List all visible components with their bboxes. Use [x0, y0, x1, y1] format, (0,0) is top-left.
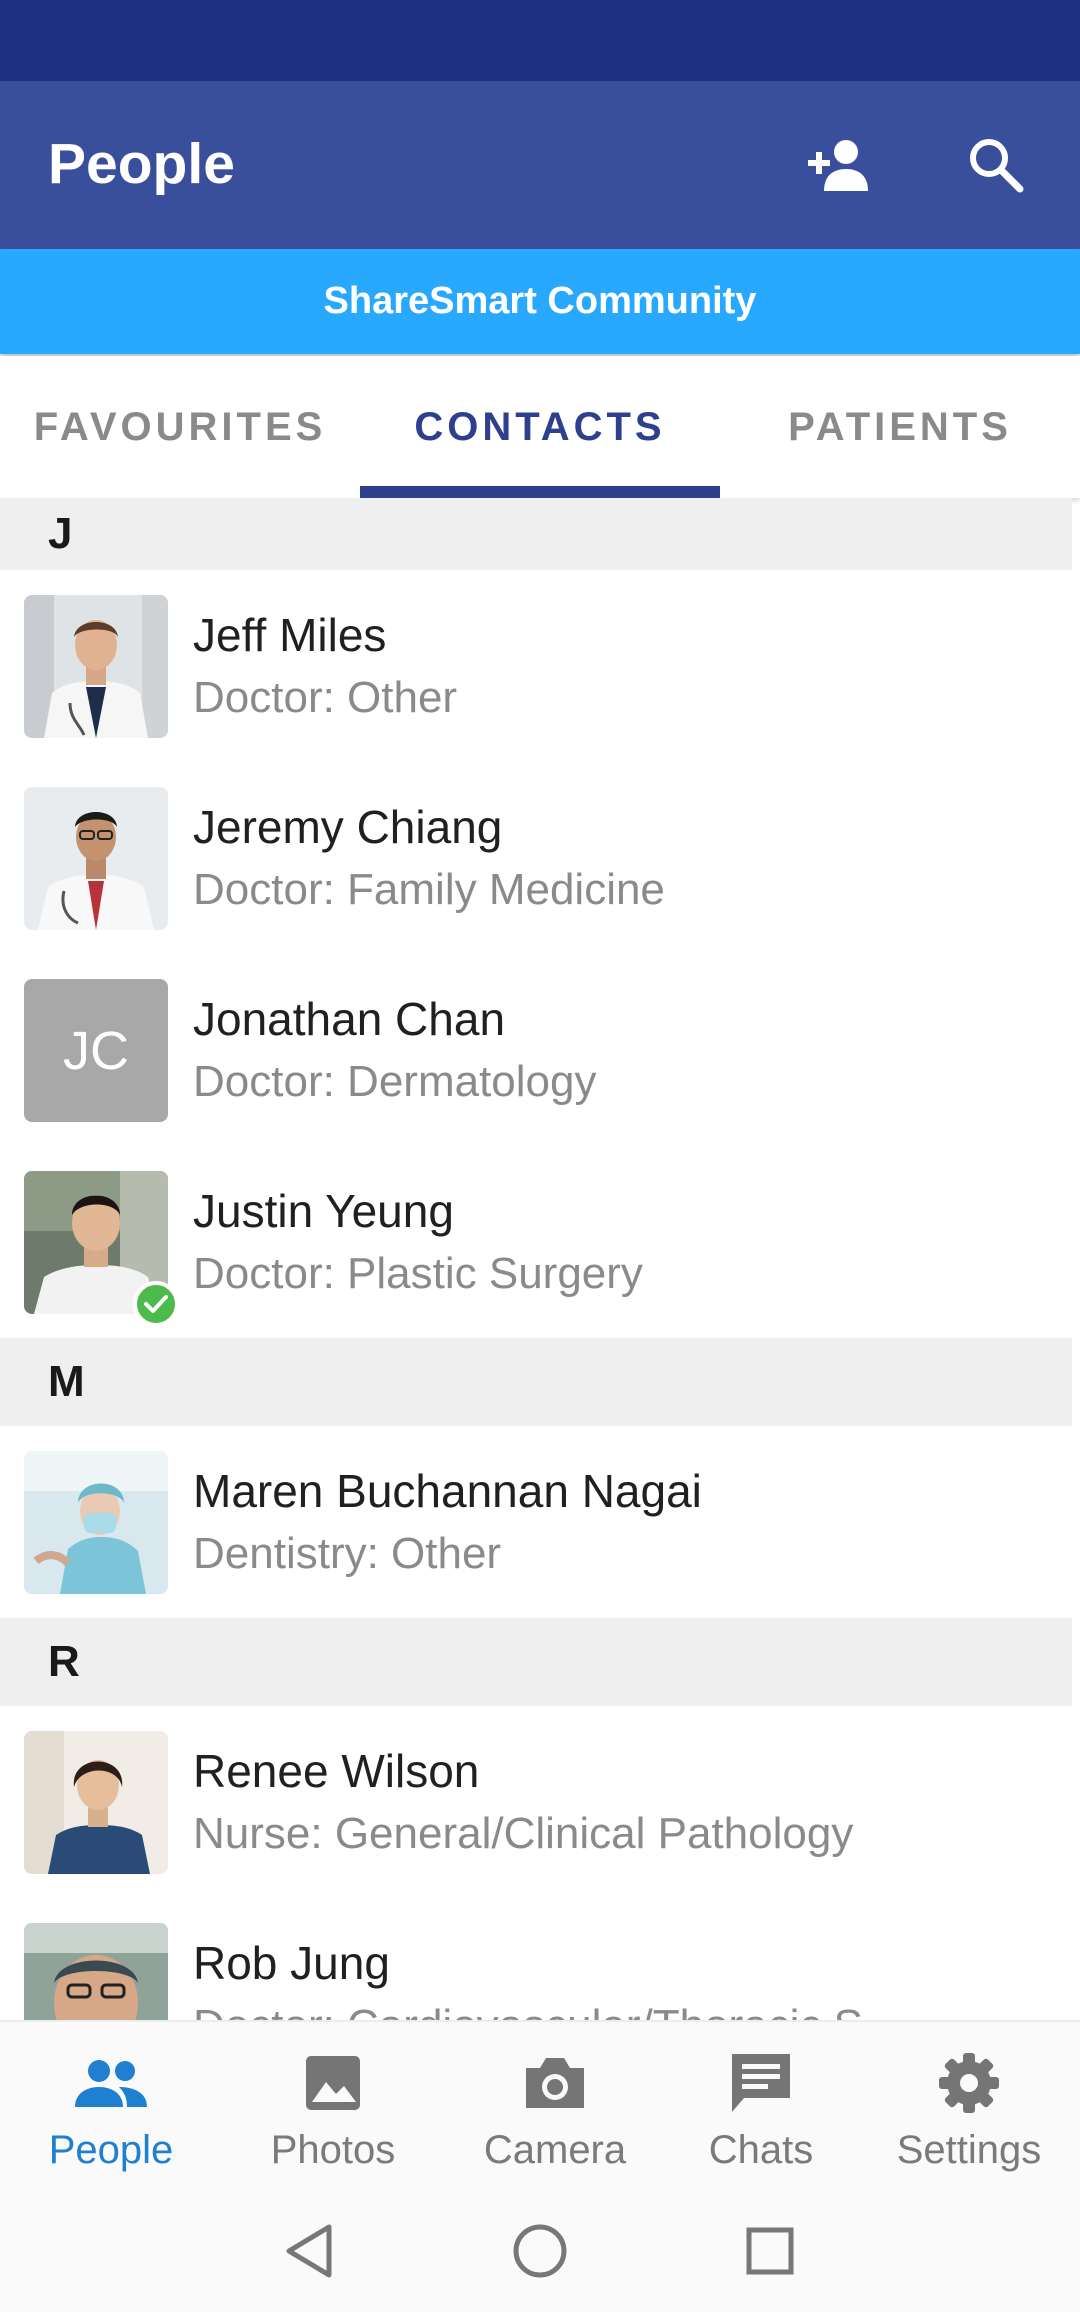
- chat-icon: [732, 2054, 790, 2112]
- avatar: [24, 1731, 168, 1874]
- contact-list[interactable]: J Jeff Miles Doctor: Other Jeremy Chiang…: [0, 498, 1072, 2020]
- avatar: JC: [24, 979, 168, 1122]
- contact-name: Justin Yeung: [193, 1185, 454, 1237]
- section-header-r: R: [0, 1618, 1072, 1706]
- nav-photos[interactable]: Photos: [228, 2022, 438, 2190]
- contact-name: Rob Jung: [193, 1937, 390, 1989]
- nav-label: Photos: [270, 2128, 396, 2172]
- tab-favourites[interactable]: FAVOURITES: [0, 356, 360, 498]
- contact-name: Jeremy Chiang: [193, 801, 503, 853]
- search-button[interactable]: [952, 121, 1040, 209]
- contact-name: Renee Wilson: [193, 1745, 480, 1797]
- app-bar: People: [0, 81, 1080, 249]
- contact-row[interactable]: Maren Buchannan Nagai Dentistry: Other: [0, 1426, 1072, 1618]
- camera-icon: [526, 2058, 584, 2108]
- nav-label: People: [48, 2128, 174, 2172]
- add-person-icon: [808, 140, 868, 191]
- tab-patients[interactable]: PATIENTS: [720, 356, 1080, 498]
- verified-badge: [133, 1281, 179, 1327]
- back-button[interactable]: [274, 2216, 344, 2286]
- contact-name: Jonathan Chan: [193, 993, 506, 1045]
- contact-role: Dentistry: Other: [193, 1529, 502, 1578]
- nav-chats[interactable]: Chats: [656, 2022, 866, 2190]
- nav-camera[interactable]: Camera: [450, 2022, 660, 2190]
- contact-role: Doctor: Plastic Surgery: [193, 1249, 643, 1298]
- nav-label: Chats: [708, 2128, 814, 2172]
- nav-label: Settings: [896, 2128, 1042, 2172]
- contact-row[interactable]: Jeremy Chiang Doctor: Family Medicine: [0, 762, 1072, 954]
- recents-icon: [746, 2227, 794, 2275]
- nav-label: Camera: [483, 2128, 627, 2172]
- home-icon: [513, 2224, 567, 2278]
- avatar: [24, 787, 168, 930]
- contact-name: Maren Buchannan Nagai: [193, 1465, 702, 1517]
- section-header-j: J: [0, 498, 1072, 570]
- contact-name: Jeff Miles: [193, 609, 387, 661]
- bottom-nav: People Photos Camera Chats Settings: [0, 2020, 1080, 2190]
- contact-row[interactable]: Justin Yeung Doctor: Plastic Surgery: [0, 1146, 1072, 1338]
- recents-button[interactable]: [735, 2216, 805, 2286]
- contact-role: Doctor: Family Medicine: [193, 865, 665, 914]
- nav-settings[interactable]: Settings: [864, 2022, 1074, 2190]
- tab-contacts[interactable]: CONTACTS: [360, 356, 720, 498]
- contact-role: Doctor: Cardiovascular/Thoracic S...: [193, 2001, 900, 2020]
- tab-indicator: [360, 486, 720, 498]
- people-icon: [75, 2060, 147, 2107]
- gear-icon: [939, 2053, 999, 2113]
- status-bar: [0, 0, 1080, 81]
- check-icon: [144, 1295, 168, 1313]
- avatar: [24, 1923, 168, 2020]
- photo-icon: [306, 2056, 360, 2110]
- tab-bar: FAVOURITES CONTACTS PATIENTS: [0, 356, 1080, 498]
- page-title: People: [48, 132, 235, 196]
- contact-role: Nurse: General/Clinical Pathology: [193, 1809, 854, 1858]
- section-header-m: M: [0, 1338, 1072, 1426]
- contact-row[interactable]: JC Jonathan Chan Doctor: Dermatology: [0, 954, 1072, 1146]
- contact-row[interactable]: Jeff Miles Doctor: Other: [0, 570, 1072, 762]
- system-navigation-bar: [0, 2188, 1080, 2312]
- contact-row[interactable]: Renee Wilson Nurse: General/Clinical Pat…: [0, 1706, 1072, 1898]
- contact-row[interactable]: Rob Jung Doctor: Cardiovascular/Thoracic…: [0, 1898, 1072, 2020]
- search-icon: [970, 139, 1024, 193]
- avatar: [24, 1451, 168, 1594]
- add-person-button[interactable]: [796, 121, 884, 209]
- nav-people[interactable]: People: [6, 2022, 216, 2190]
- home-button[interactable]: [505, 2216, 575, 2286]
- community-banner[interactable]: ShareSmart Community: [0, 249, 1080, 354]
- back-icon: [286, 2224, 332, 2278]
- contact-role: Doctor: Dermatology: [193, 1057, 597, 1106]
- contact-role: Doctor: Other: [193, 673, 458, 722]
- avatar: [24, 595, 168, 738]
